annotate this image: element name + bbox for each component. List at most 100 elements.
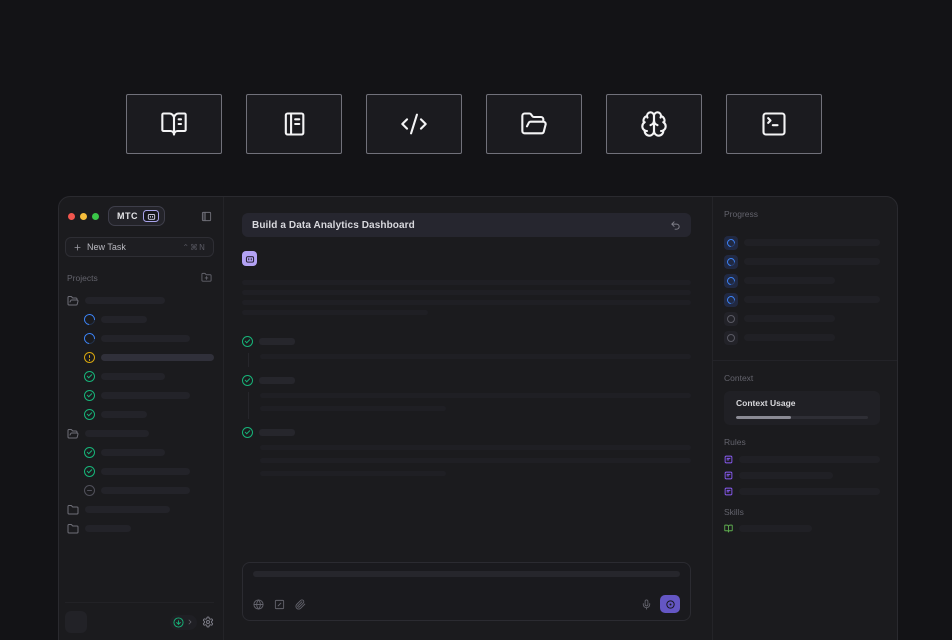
task-step bbox=[242, 336, 691, 359]
skeleton-bar bbox=[101, 316, 147, 323]
app-window: MTC New Task ⌃⌘N Projects bbox=[58, 196, 898, 640]
launcher-terminal-button[interactable] bbox=[726, 94, 822, 154]
tree-item[interactable] bbox=[65, 291, 214, 310]
tree-item[interactable] bbox=[65, 310, 214, 329]
notebook-icon bbox=[280, 110, 308, 138]
slash-square-icon bbox=[274, 599, 285, 610]
skeleton-bar bbox=[101, 392, 190, 399]
skeleton-bar bbox=[101, 449, 165, 456]
launcher-files-button[interactable] bbox=[486, 94, 582, 154]
rule-icon bbox=[724, 471, 733, 480]
minimize-button[interactable] bbox=[80, 213, 87, 220]
panel-left-icon bbox=[201, 211, 212, 222]
undo-button[interactable] bbox=[670, 220, 681, 231]
launcher-row bbox=[126, 94, 822, 154]
context-label: Context bbox=[724, 374, 880, 383]
skeleton-line bbox=[260, 354, 691, 359]
zoom-button[interactable] bbox=[92, 213, 99, 220]
new-task-button[interactable]: New Task ⌃⌘N bbox=[65, 237, 214, 257]
mic-button[interactable] bbox=[641, 599, 652, 610]
tree-item[interactable] bbox=[65, 386, 214, 405]
tree-item[interactable] bbox=[65, 405, 214, 424]
composer-toolbar bbox=[253, 595, 680, 613]
new-task-label: New Task bbox=[87, 242, 126, 252]
skeleton-bar bbox=[744, 334, 835, 341]
step-header bbox=[242, 375, 691, 386]
launcher-notebook-button[interactable] bbox=[246, 94, 342, 154]
app-badge[interactable]: MTC bbox=[108, 206, 165, 226]
project-tree bbox=[65, 291, 214, 538]
new-task-shortcut: ⌃⌘N bbox=[182, 243, 206, 252]
settings-button[interactable] bbox=[202, 616, 214, 628]
skill-item[interactable] bbox=[724, 524, 880, 533]
left-sidebar: MTC New Task ⌃⌘N Projects bbox=[59, 197, 224, 640]
context-usage-fill bbox=[736, 416, 791, 419]
task-title: Build a Data Analytics Dashboard bbox=[252, 220, 415, 231]
rule-item[interactable] bbox=[724, 455, 880, 464]
main-panel: Build a Data Analytics Dashboard bbox=[224, 197, 712, 640]
progress-status-icon bbox=[724, 255, 738, 269]
progress-item[interactable] bbox=[724, 236, 880, 250]
skeleton-line bbox=[242, 300, 691, 305]
folder-open-icon bbox=[67, 295, 79, 307]
tree-item[interactable] bbox=[65, 348, 214, 367]
launcher-docs-button[interactable] bbox=[126, 94, 222, 154]
progress-item[interactable] bbox=[724, 274, 880, 288]
slash-command-button[interactable] bbox=[274, 599, 285, 610]
progress-status-icon bbox=[724, 293, 738, 307]
progress-item[interactable] bbox=[724, 255, 880, 269]
assistant-bot-badge bbox=[242, 251, 257, 266]
sidebar-footer bbox=[65, 611, 214, 633]
progress-status-icon bbox=[724, 274, 738, 288]
rule-item[interactable] bbox=[724, 487, 880, 496]
check-circle-icon bbox=[242, 427, 253, 438]
skeleton-bar bbox=[259, 429, 295, 436]
tree-item[interactable] bbox=[65, 329, 214, 348]
tree-item[interactable] bbox=[65, 481, 214, 500]
context-usage-card: Context Usage bbox=[724, 391, 880, 425]
task-steps bbox=[242, 320, 691, 484]
update-button[interactable] bbox=[170, 615, 197, 630]
tree-item[interactable] bbox=[65, 443, 214, 462]
progress-item[interactable] bbox=[724, 312, 880, 326]
message-composer[interactable] bbox=[242, 562, 691, 621]
skeleton-bar bbox=[739, 488, 880, 495]
status-icon bbox=[82, 331, 97, 346]
attach-button[interactable] bbox=[295, 599, 306, 610]
launcher-brain-button[interactable] bbox=[606, 94, 702, 154]
assistant-message-skeleton bbox=[242, 280, 691, 320]
terminal-icon bbox=[760, 110, 788, 138]
progress-item[interactable] bbox=[724, 331, 880, 345]
undo-icon bbox=[670, 220, 681, 231]
tree-item[interactable] bbox=[65, 462, 214, 481]
close-button[interactable] bbox=[68, 213, 75, 220]
chevron-right-icon bbox=[186, 618, 194, 626]
rule-item[interactable] bbox=[724, 471, 880, 480]
brain-icon bbox=[640, 110, 668, 138]
status-icon bbox=[84, 409, 95, 420]
globe-button[interactable] bbox=[253, 599, 264, 610]
paperclip-icon bbox=[295, 599, 306, 610]
tree-item[interactable] bbox=[65, 500, 214, 519]
folder-open-icon bbox=[67, 428, 79, 440]
tree-item[interactable] bbox=[65, 424, 214, 443]
titlebar: MTC bbox=[65, 205, 214, 227]
book-open-icon bbox=[160, 110, 188, 138]
skeleton-bar bbox=[744, 277, 835, 284]
avatar[interactable] bbox=[65, 611, 87, 633]
app-name: MTC bbox=[117, 212, 138, 221]
status-icon bbox=[84, 390, 95, 401]
skeleton-bar bbox=[85, 506, 170, 513]
progress-item[interactable] bbox=[724, 293, 880, 307]
task-title-bar[interactable]: Build a Data Analytics Dashboard bbox=[242, 213, 691, 237]
folder-icon bbox=[67, 504, 79, 516]
send-button[interactable] bbox=[660, 595, 680, 613]
skeleton-bar bbox=[739, 456, 880, 463]
launcher-code-button[interactable] bbox=[366, 94, 462, 154]
tree-item[interactable] bbox=[65, 519, 214, 538]
sidebar-toggle-button[interactable] bbox=[201, 211, 212, 222]
tree-item[interactable] bbox=[65, 367, 214, 386]
page: MTC New Task ⌃⌘N Projects bbox=[0, 0, 952, 640]
add-project-button[interactable] bbox=[201, 272, 212, 283]
skeleton-line bbox=[242, 290, 691, 295]
